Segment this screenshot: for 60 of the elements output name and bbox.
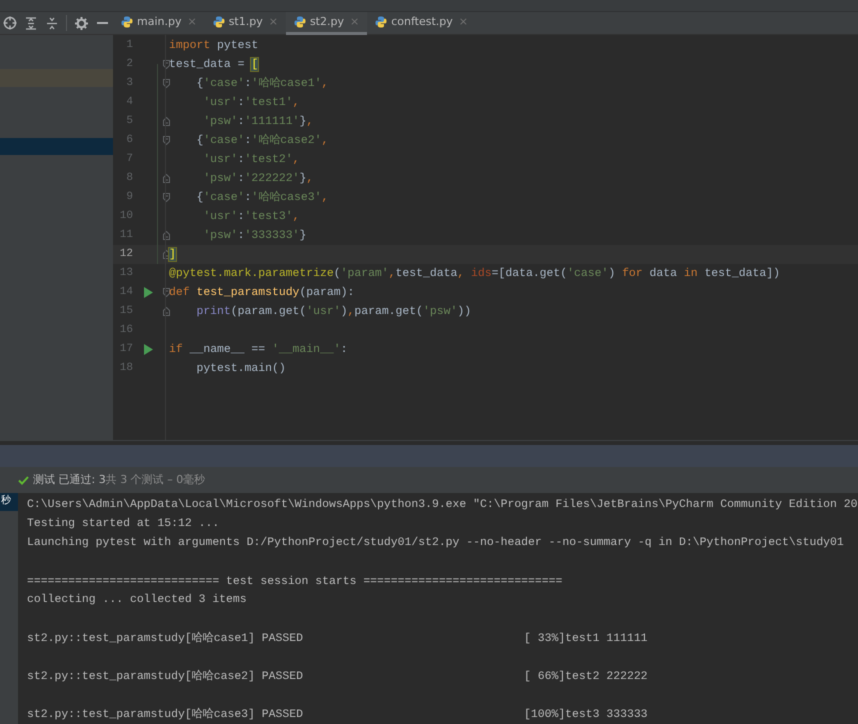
code-line: def test_paramstudy(param): (169, 284, 354, 301)
line-number: 10 (118, 209, 133, 224)
console-output: [ 66%]test2 222222 (524, 668, 648, 685)
file-tab[interactable]: st2.py × (286, 12, 368, 35)
code-line: 'psw':'111111'}, (202, 114, 314, 130)
console-line: st2.py::test_paramstudy[哈哈case3] PASSED (27, 706, 304, 723)
line-number: 17 (118, 342, 133, 358)
code-line: import pytest (169, 38, 258, 54)
code-line: test_data = [ (169, 56, 258, 73)
run-icon[interactable] (144, 344, 152, 355)
console-line: st2.py::test_paramstudy[哈哈case2] PASSED (27, 668, 304, 685)
selected-row[interactable] (0, 138, 113, 156)
code-line: @pytest.mark.parametrize('param',test_data, ids=[data.get('case') for data in test_data]) (169, 266, 780, 282)
line-number: 13 (118, 266, 133, 282)
code-line: pytest.main() (195, 360, 286, 377)
console-line: Testing started at 15:12 ... (27, 516, 220, 532)
console-line: C:\Users\Admin\AppData\Local\Microsoft\WindowsApps\python3.9.exe "C:\Program Files\JetBrains\PyCharm Community Edition 20 (27, 496, 858, 513)
line-number: 4 (125, 95, 133, 110)
file-tab[interactable]: st1.py × (204, 12, 286, 35)
code-line: {'case':'哈哈case1', (195, 76, 328, 92)
test-summary-text: 共 3 个测试 – 0毫秒 (106, 472, 206, 488)
test-tree-item[interactable]: 秒 (0, 493, 18, 511)
line-number: 9 (125, 190, 133, 206)
python-file-icon (212, 16, 225, 28)
code-line: 'usr':'test3', (202, 208, 300, 225)
line-number: 16 (118, 323, 133, 338)
line-number: 1 (125, 38, 133, 54)
line-number: 7 (125, 152, 133, 168)
line-number: 18 (118, 361, 133, 376)
code-line: 'psw':'222222'}, (202, 170, 314, 187)
console-line: Launching pytest with arguments D:/PythonProject/study01/st2.py --no-header --no-summary -q in D:\PythonProject\study01 (27, 534, 844, 551)
console-line: ============================ test session starts ============================= (27, 574, 562, 590)
test-status-text: 测试 已通过: 3 (33, 472, 106, 488)
python-file-icon (294, 16, 306, 28)
code-line: if __name__ == '__main__': (169, 342, 348, 358)
line-number: 2 (125, 57, 133, 72)
python-file-icon (375, 16, 388, 28)
line-number: 8 (125, 171, 133, 186)
console-line: collecting ... collected 3 items (27, 592, 247, 608)
code-line: 'psw':'333333'} (202, 228, 306, 244)
console-output: [ 33%]test1 111111 (524, 630, 648, 647)
code-line: 'usr':'test2', (202, 152, 300, 168)
line-number: 3 (125, 76, 133, 92)
file-tab[interactable]: main.py × (113, 12, 205, 35)
python-file-icon (121, 16, 133, 28)
line-number: 11 (118, 228, 133, 244)
check-icon (18, 476, 29, 484)
run-icon[interactable] (144, 287, 152, 298)
line-number: 6 (125, 133, 133, 148)
console-output: [100%]test3 333333 (524, 706, 648, 723)
code-line: {'case':'哈哈case2', (195, 132, 328, 149)
code-line: 'usr':'test1', (202, 94, 300, 111)
console-line: st2.py::test_paramstudy[哈哈case1] PASSED (27, 630, 304, 647)
line-number: 12 (118, 247, 133, 262)
line-number: 14 (118, 285, 133, 300)
line-number: 5 (125, 114, 133, 130)
line-number: 15 (118, 304, 133, 320)
file-tab[interactable]: conftest.py × (367, 12, 476, 35)
code-line: print(param.get('usr'),param.get('psw')) (195, 304, 472, 320)
code-line: {'case':'哈哈case3', (195, 190, 328, 206)
